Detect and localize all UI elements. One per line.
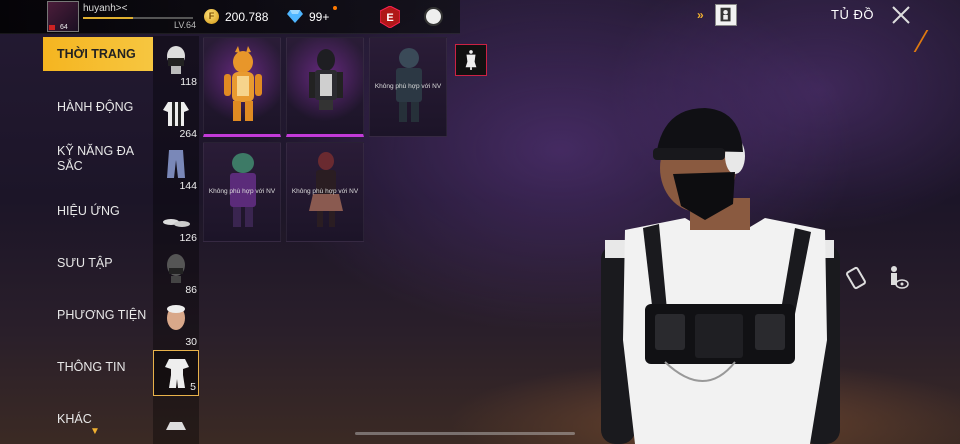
view-character-button[interactable] xyxy=(882,264,910,292)
elite-pass-icon[interactable]: E xyxy=(380,6,400,28)
incompatible-note: Không phù hợp với NV xyxy=(374,83,442,90)
mask-icon xyxy=(167,46,185,74)
close-icon[interactable] xyxy=(890,4,912,26)
luck-royale-icon[interactable] xyxy=(424,7,443,26)
item-card[interactable] xyxy=(286,37,364,137)
head-icon xyxy=(167,254,185,283)
item-count: 144 xyxy=(179,180,197,192)
rank-flag-icon xyxy=(49,25,55,30)
item-count: 30 xyxy=(185,336,197,348)
top-icon xyxy=(163,102,189,126)
category-actions[interactable]: HÀNH ĐỘNG xyxy=(43,90,153,124)
gold-coin-icon[interactable]: F xyxy=(204,9,219,24)
category-list: THỜI TRANG HÀNH ĐỘNG KỸ NĂNG ĐA SẮC HIỆU… xyxy=(43,36,155,436)
double-chevron-icon: » xyxy=(697,8,704,22)
page-title: TỦ ĐỒ xyxy=(831,7,874,22)
subcategory-shoes[interactable]: 126 xyxy=(153,194,199,246)
outfit-set-icon xyxy=(165,359,189,388)
item-count: 118 xyxy=(180,76,197,88)
diamond-icon[interactable] xyxy=(287,8,303,24)
scroll-down-icon[interactable]: ▼ xyxy=(90,426,100,437)
showcase-toggle[interactable]: » xyxy=(697,4,743,28)
character-eye-icon xyxy=(891,266,909,289)
item-count: 264 xyxy=(179,128,197,140)
extra-icon xyxy=(166,422,186,430)
category-color-skills[interactable]: KỸ NĂNG ĐA SẮC xyxy=(43,142,153,186)
xp-bar xyxy=(83,17,193,19)
incompatible-note: Không phù hợp với NV xyxy=(208,188,276,195)
shoes-icon xyxy=(163,219,190,227)
diamond-amount: 99+ xyxy=(309,10,330,24)
category-fashion[interactable]: THỜI TRANG xyxy=(43,37,153,71)
player-name[interactable]: huyanh>< xyxy=(83,3,128,14)
item-card[interactable]: Không phù hợp với NV xyxy=(203,142,281,242)
category-collection[interactable]: SƯU TẬP xyxy=(43,246,153,280)
face-icon xyxy=(167,305,185,330)
top-bar: 64 huyanh>< LV.64 F 200.788 99+ E xyxy=(0,0,460,34)
gold-amount: 200.788 xyxy=(225,10,269,24)
player-level: LV.64 xyxy=(174,20,197,30)
subcategory-list: 118 264 144 126 86 30 5 xyxy=(153,36,199,444)
corner-decoration xyxy=(893,30,929,52)
tiger-costume-icon xyxy=(224,46,262,121)
rotate-icon xyxy=(846,266,866,290)
pants-icon xyxy=(167,150,185,178)
svg-text:E: E xyxy=(386,12,393,24)
avatar-level: 64 xyxy=(60,24,68,31)
item-grid: Không phù hợp với NV Không phù hợp với N… xyxy=(203,37,449,247)
player-avatar[interactable]: 64 xyxy=(47,1,79,32)
character-model[interactable] xyxy=(595,100,855,444)
category-effects[interactable]: HIỆU ỨNG xyxy=(43,194,153,228)
item-count: 5 xyxy=(190,381,196,393)
category-vehicles[interactable]: PHƯƠNG TIỆN xyxy=(43,298,153,332)
rotate-view-button[interactable] xyxy=(842,264,870,292)
subcategory-head[interactable]: 86 xyxy=(153,246,199,298)
incompatible-note: Không phù hợp với NV xyxy=(291,188,359,195)
horizontal-scrollbar[interactable] xyxy=(355,432,575,435)
hooded-vest-outfit-icon xyxy=(309,49,343,110)
mannequin-icon xyxy=(465,50,477,70)
category-info[interactable]: THÔNG TIN xyxy=(43,350,153,384)
item-count: 126 xyxy=(179,232,197,244)
item-card[interactable]: Không phù hợp với NV xyxy=(286,142,364,242)
subcategory-extra[interactable] xyxy=(153,402,199,444)
outfit-preview-button[interactable] xyxy=(455,44,487,76)
item-card[interactable]: Không phù hợp với NV xyxy=(369,37,447,137)
xp-bar-fill xyxy=(83,17,133,19)
item-card[interactable] xyxy=(203,37,281,137)
item-count: 86 xyxy=(185,284,197,296)
notification-dot xyxy=(333,6,337,10)
character-card-icon xyxy=(715,4,737,26)
subcategory-pants[interactable]: 144 xyxy=(153,142,199,194)
subcategory-mask[interactable]: 118 xyxy=(153,38,199,90)
subcategory-top[interactable]: 264 xyxy=(153,90,199,142)
subcategory-outfit-set[interactable]: 5 xyxy=(153,350,199,396)
subcategory-face[interactable]: 30 xyxy=(153,298,199,350)
